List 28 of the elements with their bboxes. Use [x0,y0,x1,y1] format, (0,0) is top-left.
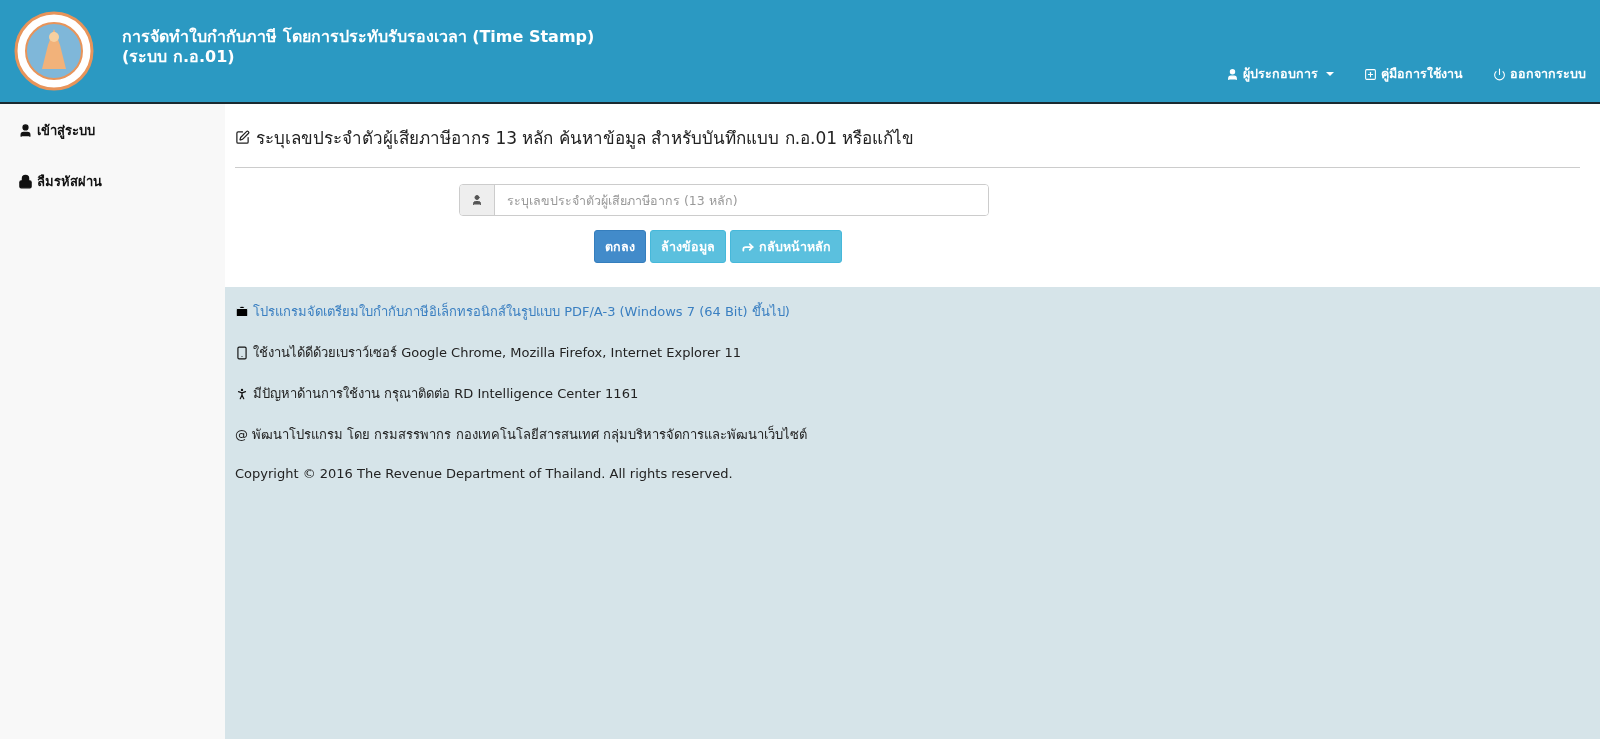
sidebar-item[interactable]: เข้าสู่ระบบ [18,120,207,141]
plus-square-icon [1364,67,1377,81]
tax-id-field[interactable]: ระบุเลขประจำตัวผู้เสียภาษีอากร (13 หลัก) [459,184,989,216]
form-heading: ระบุเลขประจำตัวผู้เสียภาษีอากร 13 หลัก ค้นหาข้อมูล สำหรับบันทึกแบบ ก.อ.01 หรือแก้ไข [256,127,915,151]
user-icon [471,194,483,206]
info-text: มีปัญหาด้านการใช้งาน กรุณาติดต่อ RD Intelligence Center 1161 [253,385,639,404]
nav-link[interactable]: ออกจากระบบ [1493,64,1586,84]
mobile-phone-icon [235,345,249,360]
lock-icon [18,174,33,189]
person-icon [235,386,249,401]
nav-link[interactable]: ผู้ประกอบการ [1226,64,1334,84]
power-icon [1493,67,1506,81]
edit-icon [235,130,250,145]
form-button[interactable]: ล้างข้อมูล [650,230,726,263]
info-text: Copyright © 2016 The Revenue Department of Thailand. All rights reserved. [235,466,733,481]
briefcase-icon [235,304,249,319]
user-icon [1226,67,1239,81]
info-text: ใช้งานได้ดีด้วยเบราว์เซอร์ Google Chrome, Mozilla Firefox, Internet Explorer 11 [253,344,742,362]
user-icon [18,123,33,138]
sidebar-item[interactable]: ลืมรหัสผ่าน [18,171,207,192]
nav-link[interactable]: คู่มือการใช้งาน [1364,64,1463,84]
app-title: การจัดทำใบกำกับภาษี โดยการประทับรับรองเวลา (Time Stamp) [122,27,595,47]
caret-icon [1326,72,1334,76]
download-link[interactable]: โปรแกรมจัดเตรียมใบกำกับภาษีอิเล็กทรอนิกส์ในรูปแบบ PDF/A-3 (Windows 7 (64 Bit) ขึ้นไป) [253,301,790,322]
form-button[interactable]: กลับหน้าหลัก [730,230,842,263]
form-button[interactable]: ตกลง [594,230,646,263]
app-subtitle: (ระบบ ก.อ.01) [122,47,236,67]
info-text: @ พัฒนาโปรแกรม โดย กรมสรรพากร กองเทคโนโลยีสารสนเทศ กลุ่มบริหารจัดการและพัฒนาเว็บไซต์ [235,424,807,445]
